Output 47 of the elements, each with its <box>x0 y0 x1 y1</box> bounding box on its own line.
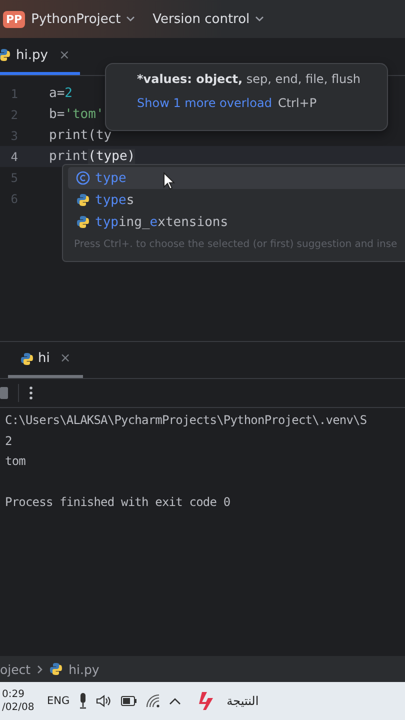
signature-text: *values: object, sep, end, file, flush <box>137 72 362 86</box>
wifi-icon[interactable] <box>146 694 160 708</box>
project-menu[interactable]: PythonProject <box>29 12 137 26</box>
caret-up-icon[interactable] <box>168 697 181 705</box>
close-icon[interactable]: × <box>58 48 70 62</box>
speaker-icon[interactable] <box>96 694 112 708</box>
python-icon <box>76 215 90 229</box>
mouse-cursor-icon <box>163 172 175 190</box>
completion-text: type <box>95 170 126 186</box>
language-indicator[interactable]: ENG <box>47 695 70 707</box>
project-badge: PP <box>3 10 26 28</box>
microphone-icon[interactable] <box>78 693 87 709</box>
more-icon[interactable] <box>29 386 33 400</box>
console-line: C:\Users\ALAKSA\PycharmProjects\PythonProject\.venv\S <box>5 413 368 429</box>
python-icon <box>0 48 11 62</box>
breadcrumb-item[interactable]: oject <box>0 662 31 676</box>
code-line: b='tom' <box>49 107 104 122</box>
shortcut-text: Ctrl+P <box>278 96 317 110</box>
code-line: print(type) <box>49 149 136 164</box>
python-icon <box>48 662 63 676</box>
completion-item[interactable]: types <box>68 189 405 211</box>
close-icon[interactable]: × <box>60 351 71 366</box>
completion-text: types <box>95 192 134 208</box>
console-line: 2 <box>5 434 13 450</box>
chevron-right-icon <box>36 664 43 674</box>
completion-item[interactable]: typing_extensions <box>68 211 405 233</box>
class-icon <box>76 171 90 185</box>
breadcrumb-item[interactable]: hi.py <box>68 662 100 676</box>
python-icon <box>76 193 90 207</box>
line-number: 4 <box>10 150 18 164</box>
version-control-menu[interactable]: Version control <box>150 12 266 26</box>
run-tab[interactable]: hi × <box>8 342 83 378</box>
tab-label: hi.py <box>16 48 48 62</box>
clock-time: 0:29 <box>2 688 26 701</box>
overload-link[interactable]: Show 1 more overload <box>137 96 272 110</box>
chevron-icon <box>254 16 264 22</box>
app-label[interactable]: النتيجة <box>226 694 259 708</box>
console-line: tom <box>5 454 26 470</box>
code-line: print(ty <box>49 128 112 143</box>
code-line: a=2 <box>49 86 72 101</box>
clock-date: /02/08 <box>2 701 34 714</box>
completion-hint: Press Ctrl+. to choose the selected (or first) suggestion and inse <box>73 239 398 250</box>
battery-icon[interactable] <box>120 696 137 706</box>
chevron-icon <box>126 16 135 22</box>
python-icon <box>20 352 34 366</box>
completion-text: typing_extensions <box>95 214 228 230</box>
exit-message: Process finished with exit code 0 <box>5 495 232 511</box>
